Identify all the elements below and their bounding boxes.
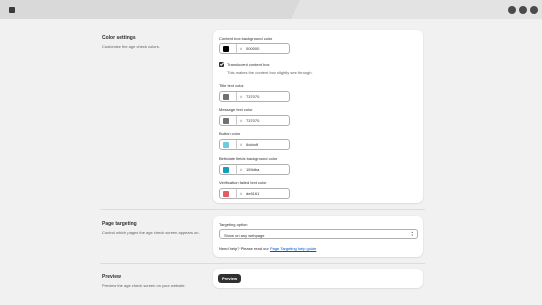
page-targeting-card: Targeting option Show on any webpage ▴ ▾ … <box>213 216 423 257</box>
hex-input[interactable]: de6161 <box>246 191 259 196</box>
targeting-help-link[interactable]: Page Targeting help guide <box>270 246 316 251</box>
color-swatch[interactable] <box>223 93 229 100</box>
verification-failed-color-label: Verification failed text color <box>219 180 267 185</box>
top-bar <box>0 0 542 19</box>
hash-prefix: # <box>240 46 243 51</box>
hex-input-wrap[interactable]: # 737070 <box>236 91 290 102</box>
color-settings-card: Content box background color # 000000 Tr… <box>213 30 423 203</box>
color-swatch[interactable] <box>223 141 229 148</box>
hex-input-wrap[interactable]: # 737070 <box>236 115 290 126</box>
hex-input-wrap[interactable]: # 6dcbdf <box>236 139 290 150</box>
page-targeting-title: Page targeting <box>102 221 137 227</box>
hash-prefix: # <box>240 118 243 123</box>
message-text-color-picker[interactable]: # 737070 <box>219 114 290 126</box>
hash-prefix: # <box>240 191 243 196</box>
message-text-color-label: Message text color <box>219 107 253 112</box>
hex-input[interactable]: 737070 <box>246 118 259 123</box>
color-swatch[interactable] <box>223 166 229 173</box>
content-box-bg-color-picker[interactable]: # 000000 <box>219 42 290 54</box>
translucent-checkbox[interactable] <box>219 61 224 67</box>
color-swatch[interactable] <box>223 45 229 52</box>
preview-title: Preview <box>102 274 121 280</box>
select-chevron-icon: ▴ ▾ <box>411 230 413 237</box>
verification-failed-color-picker[interactable]: # de6161 <box>219 187 290 199</box>
window-control-icon[interactable] <box>508 6 516 14</box>
translucent-label: Translucent content box <box>227 61 270 67</box>
app-icon[interactable] <box>9 7 15 13</box>
targeting-help: Need help? Please read our Page Targetin… <box>219 246 316 251</box>
hex-input[interactable]: 159dba <box>246 167 259 172</box>
hex-input-wrap[interactable]: # de6161 <box>236 188 290 199</box>
page-targeting-description: Control which pages the age check screen… <box>102 230 200 235</box>
birthdate-bg-color-picker[interactable]: # 159dba <box>219 163 290 175</box>
color-settings-title: Color settings <box>102 35 136 41</box>
section-divider <box>100 209 425 210</box>
title-text-color-label: Title text color <box>219 83 244 88</box>
hash-prefix: # <box>240 167 243 172</box>
hex-input[interactable]: 737070 <box>246 94 259 99</box>
color-settings-description: Customize the age check colors. <box>102 44 160 49</box>
color-swatch[interactable] <box>223 190 229 197</box>
preview-button[interactable]: Preview <box>218 274 241 283</box>
section-divider <box>100 263 425 264</box>
targeting-help-prefix: Need help? Please read our <box>219 246 270 251</box>
hex-input-wrap[interactable]: # 000000 <box>236 43 290 54</box>
hex-input[interactable]: 000000 <box>246 46 259 51</box>
targeting-option-value: Show on any webpage <box>224 232 265 238</box>
birthdate-bg-color-label: Birthdate fields background color <box>219 156 278 161</box>
content-box-bg-label: Content box background color <box>219 36 273 41</box>
button-color-picker[interactable]: # 6dcbdf <box>219 138 290 150</box>
color-swatch[interactable] <box>223 117 229 124</box>
button-color-label: Button color <box>219 131 241 136</box>
top-bar-title-area <box>0 0 300 19</box>
hex-input[interactable]: 6dcbdf <box>246 142 258 147</box>
preview-description: Preview the age check screen on your web… <box>102 283 186 288</box>
preview-card: Preview <box>213 269 423 288</box>
window-control-icon[interactable] <box>519 6 527 14</box>
window-control-icon[interactable] <box>530 6 538 14</box>
targeting-option-label: Targeting option <box>219 222 248 227</box>
hex-input-wrap[interactable]: # 159dba <box>236 164 290 175</box>
targeting-option-select[interactable]: Show on any webpage ▴ ▾ <box>219 229 418 239</box>
translucent-help: This makes the content box slightly see … <box>227 69 313 75</box>
hash-prefix: # <box>240 142 243 147</box>
title-text-color-picker[interactable]: # 737070 <box>219 90 290 102</box>
hash-prefix: # <box>240 94 243 99</box>
